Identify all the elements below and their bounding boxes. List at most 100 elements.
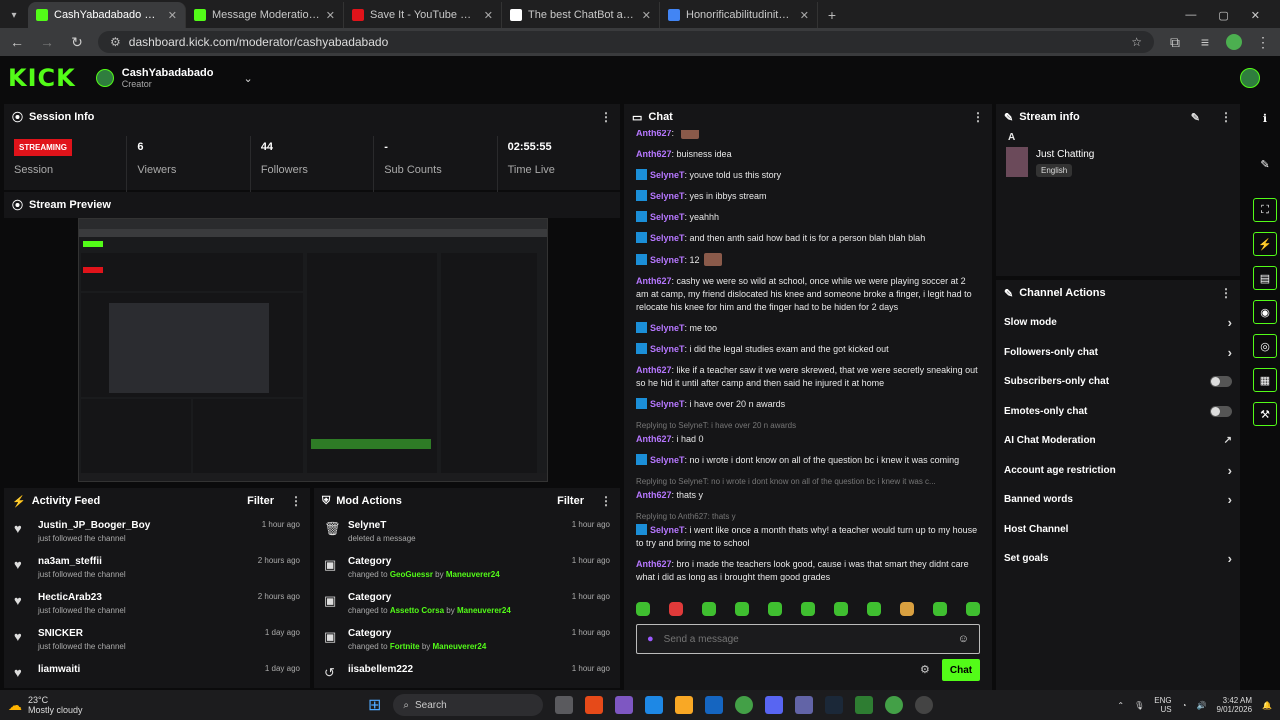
chat-username[interactable]: Anth627 — [636, 434, 672, 444]
chat-message[interactable]: SelyneT: youve told us this story — [636, 169, 980, 182]
tab-close-icon[interactable]: ✕ — [800, 9, 809, 22]
broadcast-icon[interactable]: ◎ — [1253, 334, 1277, 358]
chat-message[interactable]: Anth627: buisness idea — [636, 148, 980, 161]
taskbar-search[interactable]: ⌕ Search — [393, 694, 544, 716]
browser-tab[interactable]: CashYabadabado Stream - Kick ✕ — [28, 2, 186, 28]
browser-menu-icon[interactable]: ⋮ — [1254, 34, 1272, 51]
clipboard-icon[interactable]: ▤ — [1253, 266, 1277, 290]
mod-action-target[interactable]: Fortnite — [390, 642, 420, 651]
action-set-goals[interactable]: Set goals › — [996, 544, 1240, 574]
channel-switcher[interactable]: CashYabadabado Creator ⌄ — [95, 67, 253, 89]
activity-menu-icon[interactable]: ⋮ — [290, 494, 302, 508]
chat-message[interactable]: Anth627: bro i made the teachers look go… — [636, 558, 980, 584]
chat-username[interactable]: SelyneT — [650, 455, 685, 465]
notification-bell-icon[interactable]: 🔔 — [1262, 701, 1272, 710]
reply-context[interactable]: Replying to SelyneT: i have over 20 n aw… — [636, 419, 980, 432]
file-explorer-icon[interactable] — [675, 696, 694, 714]
tab-close-icon[interactable]: ✕ — [642, 9, 651, 22]
site-info-icon[interactable]: ⚙ — [110, 35, 121, 49]
chat-message[interactable]: Anth627: cashy we were so wild at school… — [636, 275, 980, 314]
toggle-switch[interactable] — [1210, 405, 1232, 417]
chat-bubble-icon[interactable]: ◉ — [1253, 300, 1277, 324]
chevron-right-icon[interactable]: › — [1228, 463, 1232, 478]
action-account-age-restriction[interactable]: Account age restriction › — [996, 456, 1240, 486]
follower-name[interactable]: na3am_steffii — [38, 556, 248, 567]
edge-icon[interactable] — [645, 696, 664, 714]
moderator-name[interactable]: Maneuverer24 — [446, 570, 500, 579]
activity-filter-button[interactable]: Filter — [247, 495, 274, 507]
chat-message[interactable]: Anth627: — [636, 130, 980, 140]
chat-username[interactable]: SelyneT — [650, 191, 685, 201]
emote-icon[interactable] — [669, 602, 683, 616]
chat-message[interactable]: SelyneT: yeahhh — [636, 211, 980, 224]
app-icon[interactable] — [615, 696, 634, 714]
chat-message-input[interactable] — [663, 633, 948, 645]
chevron-right-icon[interactable]: › — [1228, 551, 1232, 566]
edit-pencil-icon[interactable]: ✎ — [1191, 111, 1200, 124]
browser-tab[interactable]: The best ChatBot and Widgets ✕ — [502, 2, 660, 28]
mod-action-target[interactable]: Assetto Corsa — [390, 606, 444, 615]
chevron-down-icon[interactable]: ⌄ — [243, 72, 252, 85]
chat-message[interactable]: SelyneT: yes in ibbys stream — [636, 190, 980, 203]
chat-username[interactable]: Anth627 — [636, 559, 672, 569]
forward-icon[interactable]: → — [38, 34, 56, 50]
action-followers-only-chat[interactable]: Followers-only chat › — [996, 338, 1240, 368]
chrome-icon[interactable] — [735, 696, 754, 714]
session-menu-icon[interactable]: ⋮ — [600, 110, 612, 124]
moderator-name[interactable]: Maneuverer24 — [457, 606, 511, 615]
tab-close-icon[interactable]: ✕ — [484, 9, 493, 22]
follower-name[interactable]: liamwaiti — [38, 664, 255, 675]
emote-icon[interactable] — [702, 602, 716, 616]
volume-icon[interactable]: 🔊 — [1196, 701, 1206, 710]
chevron-right-icon[interactable]: › — [1228, 492, 1232, 507]
tab-close-icon[interactable]: ✕ — [168, 9, 177, 22]
chevron-right-icon[interactable]: › — [1228, 315, 1232, 330]
chat-send-button[interactable]: Chat — [942, 659, 980, 681]
chat-message[interactable]: SelyneT: i did the legal studies exam an… — [636, 343, 980, 356]
mail-icon[interactable] — [705, 696, 724, 714]
chat-username[interactable]: SelyneT — [650, 233, 685, 243]
tools-icon[interactable]: ⚒ — [1253, 402, 1277, 426]
stream-preview-video[interactable] — [78, 218, 548, 482]
network-icon[interactable]: ◔ — [1182, 701, 1187, 710]
chat-message[interactable]: Replying to SelyneT: no i wrote i dont k… — [636, 475, 980, 502]
emote-icon[interactable] — [933, 602, 947, 616]
chat-username[interactable]: SelyneT — [650, 212, 685, 222]
chat-username[interactable]: SelyneT — [650, 323, 685, 333]
chat-username[interactable]: SelyneT — [650, 399, 685, 409]
maximize-icon[interactable]: ▢ — [1218, 9, 1228, 22]
chat-username[interactable]: SelyneT — [650, 344, 685, 354]
microphone-icon[interactable]: ● — [647, 633, 654, 645]
layout-icon[interactable]: ▦ — [1253, 368, 1277, 392]
emote-icon[interactable] — [900, 602, 914, 616]
chat-message[interactable]: SelyneT: no i wrote i dont know on all o… — [636, 454, 980, 467]
follower-name[interactable]: SNICKER — [38, 628, 255, 639]
emote-icon[interactable] — [801, 602, 815, 616]
chat-username[interactable]: Anth627 — [636, 276, 672, 286]
teams-icon[interactable] — [795, 696, 814, 714]
emote-icon[interactable] — [735, 602, 749, 616]
channel-actions-menu-icon[interactable]: ⋮ — [1220, 286, 1232, 300]
reply-context[interactable]: Replying to SelyneT: no i wrote i dont k… — [636, 475, 980, 488]
profile-avatar[interactable] — [1226, 34, 1242, 50]
close-window-icon[interactable]: ✕ — [1251, 9, 1260, 22]
follower-name[interactable]: HecticArab23 — [38, 592, 248, 603]
chat-username[interactable]: Anth627 — [636, 490, 672, 500]
extensions-icon[interactable]: ⧉ — [1166, 34, 1184, 51]
toggle-switch[interactable] — [1210, 376, 1232, 388]
chat-message[interactable]: SelyneT: and then anth said how bad it i… — [636, 232, 980, 245]
chat-message[interactable]: Replying to SelyneT: i have over 20 n aw… — [636, 419, 980, 446]
browser-tab[interactable]: Save It - YouTube Music ✕ — [344, 2, 502, 28]
stream-info-menu-icon[interactable]: ⋮ — [1220, 110, 1232, 124]
chat-username[interactable]: SelyneT — [650, 170, 685, 180]
lightning-icon[interactable]: ⚡ — [1253, 232, 1277, 256]
discord-icon[interactable] — [765, 696, 784, 714]
user-avatar[interactable] — [1240, 68, 1260, 88]
weather-widget[interactable]: ☁ 23°C Mostly cloudy — [8, 695, 368, 715]
chat-message[interactable]: SelyneT: me too — [636, 322, 980, 335]
language-indicator[interactable]: ENG US — [1154, 696, 1171, 714]
kick-logo[interactable]: KICK — [8, 64, 76, 92]
mod-filter-button[interactable]: Filter — [557, 495, 584, 507]
mod-menu-icon[interactable]: ⋮ — [600, 494, 612, 508]
action-host-channel[interactable]: Host Channel — [996, 515, 1240, 545]
